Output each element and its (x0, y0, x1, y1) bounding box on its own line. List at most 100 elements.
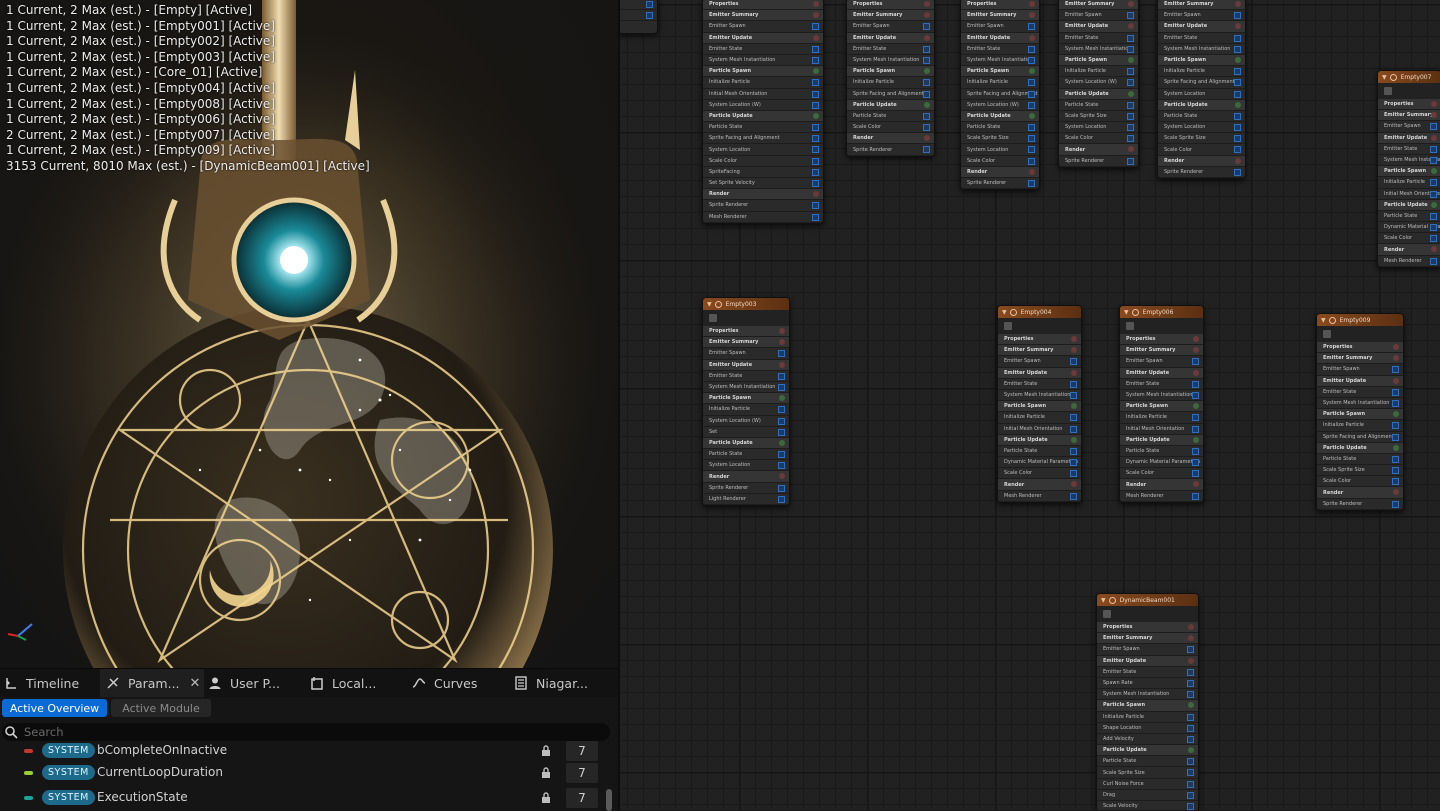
enable-checkbox[interactable] (1187, 646, 1194, 654)
module-row[interactable]: Sprite Renderer (961, 178, 1039, 190)
collapse-arrow-icon[interactable]: ▼ (707, 301, 712, 308)
module-row[interactable]: Sprite Facing and Alignment (703, 133, 823, 145)
stack-section-row[interactable]: Particle Update (1120, 434, 1203, 446)
module-row[interactable]: Scale Sprite Size (1097, 767, 1198, 779)
module-row[interactable]: Particle State (703, 449, 789, 461)
stack-section-row[interactable]: Emitter Update (998, 367, 1081, 379)
module-row[interactable]: Scale Color (998, 468, 1081, 480)
module-row[interactable]: Scale Color (1317, 476, 1403, 488)
module-row[interactable]: Particle State (1097, 756, 1198, 768)
enable-checkbox[interactable] (1234, 12, 1241, 20)
enable-checkbox[interactable] (923, 23, 930, 31)
lock-icon[interactable] (541, 767, 551, 778)
enable-checkbox[interactable] (1028, 90, 1035, 98)
module-row[interactable]: System Mesh Instantiation (703, 382, 789, 394)
emitter-node-header[interactable]: ▼ Empty004 (998, 306, 1081, 318)
stack-section-row[interactable]: Emitter Summary (847, 10, 934, 22)
enable-checkbox[interactable] (812, 23, 819, 31)
module-row[interactable]: Sprite Facing and Alignment (847, 89, 934, 100)
stack-section-row[interactable]: Particle Update (961, 110, 1039, 123)
stack-section-row[interactable]: Properties (961, 0, 1039, 11)
module-row[interactable]: Emitter State (847, 44, 934, 55)
enable-checkbox[interactable] (1430, 257, 1437, 265)
enable-checkbox[interactable] (923, 56, 930, 64)
module-row[interactable]: System Mesh Instantiation (1158, 44, 1245, 55)
module-row[interactable]: Initial Mesh Orientation (998, 424, 1081, 435)
module-row[interactable]: System Mesh Instantiation (961, 55, 1039, 67)
emitter-node[interactable]: Emitter Summary Emitter Spawn Emitter Upda… (1058, 0, 1139, 168)
module-row[interactable]: Sprite Facing and Alignment (1158, 77, 1245, 89)
stack-section-row[interactable]: Particle Spawn (847, 66, 934, 78)
module-row[interactable]: Scale Color (1059, 133, 1138, 145)
enable-checkbox[interactable] (923, 90, 930, 98)
enable-checkbox[interactable] (1028, 101, 1035, 109)
module-row[interactable]: Mesh Renderer (703, 212, 823, 223)
module-row[interactable]: Particle State (961, 122, 1039, 134)
enable-checkbox[interactable] (1070, 380, 1077, 388)
module-row[interactable]: System Location (W) (961, 100, 1039, 111)
enable-checkbox[interactable] (812, 157, 819, 165)
enable-checkbox[interactable] (1187, 724, 1194, 732)
stack-section-row[interactable]: Emitter Update (1059, 21, 1138, 33)
enable-checkbox[interactable] (1070, 425, 1077, 433)
tab-user-parameters[interactable]: User P... (202, 669, 306, 697)
enable-checkbox[interactable] (1430, 235, 1437, 243)
emitter-node[interactable]: Properties Emitter Summary Emitter Spawn Em… (846, 0, 935, 157)
enable-checkbox[interactable] (812, 124, 819, 132)
module-row[interactable]: Sprite Renderer (1059, 156, 1138, 167)
stack-section-row[interactable]: Particle Spawn (1059, 54, 1138, 67)
stack-section-row[interactable]: Particle Update (1317, 442, 1403, 454)
enable-checkbox[interactable] (1192, 391, 1199, 399)
parameter-value[interactable]: 7 (566, 788, 598, 808)
module-row[interactable]: Sprite Facing and Alignment (961, 89, 1039, 100)
enable-checkbox[interactable] (1234, 124, 1241, 132)
module-row[interactable]: Dynamic Material Parameters (1378, 222, 1440, 234)
enable-checkbox[interactable] (812, 135, 819, 143)
emitter-node[interactable]: ▼ Empty006 Properties Emitter Summary Emitte… (1119, 305, 1204, 503)
stack-section-row[interactable]: Particle Spawn (961, 66, 1039, 78)
module-row[interactable]: Particle State (998, 446, 1081, 458)
tab-parameters[interactable]: Param... ✕ (100, 669, 204, 697)
module-row[interactable]: Sprite Renderer (1317, 499, 1403, 510)
active-overview-button[interactable]: Active Overview (2, 699, 107, 717)
enable-checkbox[interactable] (646, 1, 653, 8)
module-row[interactable]: Initialize Particle (1120, 412, 1203, 424)
tab-local[interactable]: Local... (304, 669, 408, 697)
enable-checkbox[interactable] (1234, 68, 1241, 76)
stack-section-row[interactable]: Emitter Update (703, 359, 789, 371)
enable-checkbox[interactable] (1192, 459, 1199, 467)
stack-section-row[interactable]: Emitter Update (1158, 21, 1245, 33)
enable-checkbox[interactable] (1192, 380, 1199, 388)
module-row[interactable]: Set Sprite Velocity (703, 178, 823, 190)
enable-checkbox[interactable] (1430, 212, 1437, 220)
enable-checkbox[interactable] (1192, 492, 1199, 500)
emitter-node[interactable]: ▼ Empty007 Properties Emitter Summary Emitte… (1377, 70, 1440, 268)
module-row[interactable]: Emitter State (1317, 387, 1403, 398)
module-row[interactable]: Emitter Spawn (703, 348, 789, 360)
stack-section-row[interactable]: Emitter Update (1317, 375, 1403, 387)
enable-checkbox[interactable] (778, 350, 785, 358)
stack-section-row[interactable]: Properties (1097, 622, 1198, 634)
module-row[interactable]: Emitter Spawn (703, 21, 823, 33)
stack-section-row[interactable]: Particle Spawn (703, 66, 823, 78)
module-row[interactable]: System Mesh Instantiation (1378, 155, 1440, 167)
enable-checkbox[interactable] (778, 372, 785, 380)
enable-checkbox[interactable] (1234, 90, 1241, 98)
stack-section-row[interactable]: Particle Spawn (703, 393, 789, 405)
enable-checkbox[interactable] (1234, 135, 1241, 143)
module-row[interactable]: Drag (1097, 790, 1198, 801)
enable-checkbox[interactable] (812, 146, 819, 154)
collapse-arrow-icon[interactable]: ▼ (1124, 309, 1129, 316)
module-row[interactable]: Scale Sprite Size (961, 133, 1039, 145)
enable-checkbox[interactable] (1392, 478, 1399, 486)
enable-checkbox[interactable] (1028, 124, 1035, 132)
module-row[interactable]: System Location (703, 144, 823, 156)
module-row[interactable]: Scale Color (1378, 233, 1440, 245)
enable-checkbox[interactable] (1028, 45, 1035, 53)
stack-section-row[interactable]: Render (998, 479, 1081, 491)
enable-checkbox[interactable] (812, 56, 819, 64)
enable-checkbox[interactable] (1127, 112, 1134, 120)
module-row[interactable]: Shape Location (1097, 723, 1198, 734)
stack-section-row[interactable]: Render (703, 471, 789, 483)
module-row[interactable]: Particle State (1317, 454, 1403, 466)
